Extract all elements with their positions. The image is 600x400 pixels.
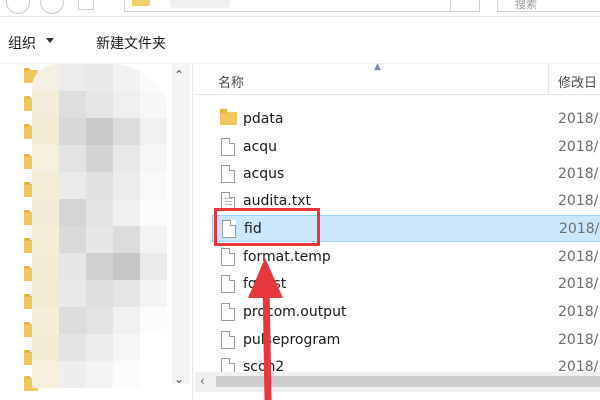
scroll-down-icon[interactable]: ⌄	[174, 372, 184, 386]
file-icon	[221, 331, 235, 349]
file-date: 2018/	[558, 276, 599, 292]
file-row-pdata[interactable]: pdata 2018/	[212, 106, 600, 133]
annotation-arrow-icon	[248, 258, 283, 400]
file-icon	[221, 303, 235, 321]
scroll-up-icon[interactable]: ⌃	[174, 68, 184, 82]
command-toolbar	[0, 17, 600, 64]
file-name: pdata	[243, 111, 284, 127]
chevron-down-icon	[46, 38, 54, 43]
scroll-left-icon[interactable]: ‹	[200, 374, 205, 388]
file-date: 2018/	[558, 193, 599, 209]
column-divider[interactable]	[548, 64, 549, 94]
sort-ascending-icon: ▲	[374, 62, 381, 72]
up-button[interactable]	[78, 0, 94, 10]
file-date: 2018/	[558, 332, 599, 348]
file-icon	[221, 138, 235, 156]
file-icon	[221, 248, 235, 266]
file-date: 2018/	[558, 166, 599, 182]
pixelated-redaction	[32, 64, 172, 396]
file-name: acqu	[243, 139, 278, 155]
file-date: 2018/	[558, 304, 599, 320]
file-icon	[221, 165, 235, 183]
column-header-name[interactable]: 名称	[218, 72, 244, 91]
search-placeholder: 搜索	[515, 0, 537, 11]
file-date: 2018/	[558, 359, 599, 372]
file-date: 2018/	[558, 249, 599, 265]
pane-splitter[interactable]	[192, 64, 193, 400]
organize-button[interactable]: 组织	[8, 33, 36, 53]
file-row-acqus[interactable]: acqus 2018/	[212, 161, 600, 188]
file-name: audita.txt	[243, 193, 312, 209]
column-header-row	[195, 64, 600, 95]
folder-icon	[132, 0, 150, 6]
file-row-acqu[interactable]: acqu 2018/	[212, 134, 600, 161]
file-date: 2018/	[558, 139, 599, 155]
file-name: acqus	[243, 166, 285, 182]
blurred-path	[170, 0, 230, 8]
column-header-date-modified[interactable]: 修改日	[558, 72, 597, 91]
file-icon	[221, 275, 235, 293]
file-icon	[221, 358, 235, 372]
file-date: 2018/	[558, 111, 599, 127]
file-date: 2018/	[559, 221, 600, 237]
nav-scrollbar[interactable]	[172, 64, 190, 384]
new-folder-button[interactable]: 新建文件夹	[96, 33, 166, 53]
folder-icon	[220, 109, 237, 125]
search-input[interactable]	[497, 0, 600, 12]
refresh-button[interactable]	[450, 0, 480, 12]
